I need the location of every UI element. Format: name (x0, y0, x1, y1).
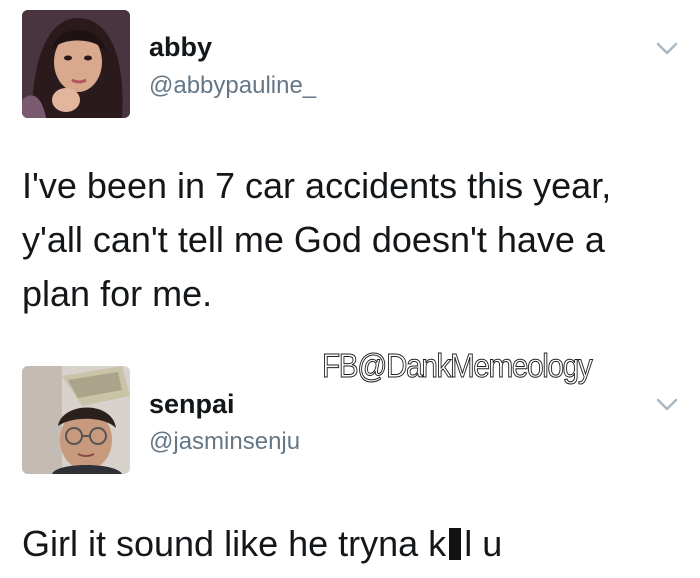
chevron-down-icon[interactable] (656, 398, 678, 412)
reply-text-after-censor: l u (464, 523, 503, 564)
reply-text-before-censor: Girl it sound like he tryna k (22, 523, 447, 564)
avatar-abby[interactable] (22, 10, 130, 118)
reply-author-handle[interactable]: @jasminsenju (149, 428, 300, 456)
watermark: FB@DankMemeology (322, 347, 594, 385)
reply-author-name[interactable]: senpai (149, 389, 235, 420)
reply-text: Girl it sound like he tryna k l u (22, 517, 682, 571)
chevron-down-icon[interactable] (656, 42, 678, 56)
avatar-senpai-image (22, 366, 130, 474)
author-name[interactable]: abby (149, 32, 212, 63)
author-handle[interactable]: @abbypauline_ (149, 72, 316, 100)
avatar-abby-image (22, 10, 130, 118)
tweet-text: I've been in 7 car accidents this year, … (22, 165, 612, 314)
avatar-senpai[interactable] (22, 366, 130, 474)
censor-bar (449, 528, 462, 560)
